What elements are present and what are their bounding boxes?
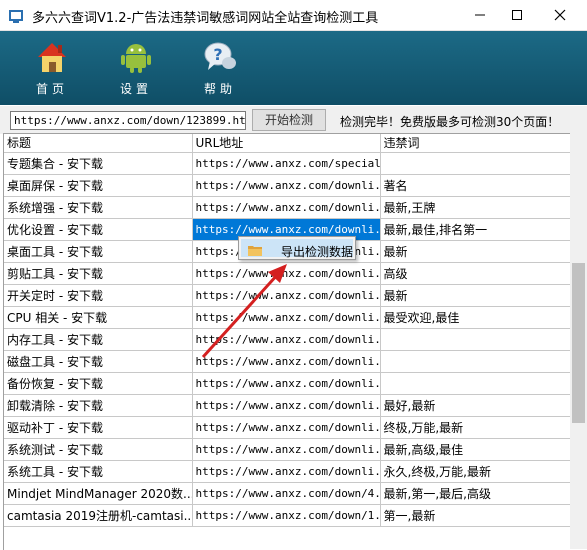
cell-title[interactable]: camtasia 2019注册机-camtasi... xyxy=(4,504,193,527)
toolbar-settings-button[interactable]: 设置 xyxy=(106,37,166,101)
cell-url[interactable]: https://www.anxz.com/downli... xyxy=(192,438,381,461)
table-row[interactable]: Mindjet MindManager 2020数... https://www.… xyxy=(4,482,571,505)
cell-url[interactable]: https://www.anxz.com/downli... xyxy=(192,174,381,197)
cell-words[interactable]: 著名 xyxy=(380,174,571,197)
cell-title[interactable]: 桌面屏保 - 安下载 xyxy=(4,174,193,197)
toolbar-help-label: 帮助 xyxy=(203,82,236,96)
start-check-button[interactable]: 开始检测 xyxy=(252,109,326,131)
cell-url[interactable]: https://www.anxz.com/down/1... xyxy=(192,504,381,527)
cell-title[interactable]: 开关定时 - 安下载 xyxy=(4,284,193,307)
cell-words[interactable] xyxy=(380,328,571,351)
cell-title[interactable]: 系统工具 - 安下载 xyxy=(4,460,193,483)
cell-title[interactable]: 剪贴工具 - 安下载 xyxy=(4,262,193,285)
cell-words[interactable]: 第一,最新 xyxy=(380,504,571,527)
cell-words[interactable]: 最新 xyxy=(380,284,571,307)
export-data-label: 导出检测数据 xyxy=(281,245,354,259)
column-header-words[interactable]: 违禁词 xyxy=(380,134,571,153)
table-row[interactable]: 系统测试 - 安下载 https://www.anxz.com/downli...… xyxy=(4,438,571,461)
home-icon xyxy=(38,43,66,72)
cell-words[interactable]: 最新,高级,最佳 xyxy=(380,438,571,461)
cell-url[interactable]: https://www.anxz.com/downli... xyxy=(192,328,381,351)
vertical-scrollbar[interactable] xyxy=(570,133,587,549)
table-row[interactable]: 驱动补丁 - 安下载 https://www.anxz.com/downli...… xyxy=(4,416,571,439)
svg-text:?: ? xyxy=(213,45,222,64)
cell-title[interactable]: CPU 相关 - 安下载 xyxy=(4,306,193,329)
toolbar-settings-label: 设置 xyxy=(119,82,152,96)
cell-words[interactable]: 最新,最佳,排名第一 xyxy=(380,218,571,241)
results-table[interactable]: 标题 URL地址 违禁词 专题集合 - 安下载 https://www.anxz.… xyxy=(3,133,571,550)
toolbar: 首页 设置 ? 帮助 xyxy=(0,31,587,105)
cell-url[interactable]: https://www.anxz.com/downli... xyxy=(192,350,381,373)
table-row[interactable]: 卸载清除 - 安下载 https://www.anxz.com/downli...… xyxy=(4,394,571,417)
cell-title[interactable]: 优化设置 - 安下载 xyxy=(4,218,193,241)
toolbar-home-label: 首页 xyxy=(35,82,68,96)
window-title: 多六六查词V1.2-广告法违禁词敏感词网站全站查询检测工具 xyxy=(32,11,379,26)
cell-url[interactable]: https://www.anxz.com/downli... xyxy=(192,284,381,307)
export-data-menu-item[interactable]: 导出检测数据 xyxy=(241,239,354,259)
cell-words[interactable] xyxy=(380,152,571,175)
app-icon xyxy=(9,10,23,23)
table-row[interactable]: 备份恢复 - 安下载 https://www.anxz.com/downli... xyxy=(4,372,571,395)
cell-url[interactable]: https://www.anxz.com/downli... xyxy=(192,196,381,219)
cell-words[interactable]: 最好,最新 xyxy=(380,394,571,417)
cell-url[interactable]: https://www.anxz.com/downli... xyxy=(192,306,381,329)
context-menu: 导出检测数据 xyxy=(238,236,356,260)
scrollbar-thumb[interactable] xyxy=(572,263,585,423)
cell-title[interactable]: 备份恢复 - 安下载 xyxy=(4,372,193,395)
table-row[interactable]: 专题集合 - 安下载 https://www.anxz.com/special/ xyxy=(4,152,571,175)
cell-title[interactable]: 内存工具 - 安下载 xyxy=(4,328,193,351)
cell-words[interactable] xyxy=(380,350,571,373)
minimize-icon xyxy=(475,14,485,16)
cell-title[interactable]: 专题集合 - 安下载 xyxy=(4,152,193,175)
cell-words[interactable]: 高级 xyxy=(380,262,571,285)
cell-url[interactable]: https://www.anxz.com/downli... xyxy=(192,416,381,439)
cell-title[interactable]: 桌面工具 - 安下载 xyxy=(4,240,193,263)
minimize-button[interactable] xyxy=(460,0,500,30)
cell-words[interactable]: 最新 xyxy=(380,240,571,263)
table-row[interactable]: 系统工具 - 安下载 https://www.anxz.com/downli...… xyxy=(4,460,571,483)
table-row[interactable]: 开关定时 - 安下载 https://www.anxz.com/downli...… xyxy=(4,284,571,307)
cell-words[interactable]: 终极,万能,最新 xyxy=(380,416,571,439)
cell-words[interactable]: 最新,王牌 xyxy=(380,196,571,219)
cell-title[interactable]: Mindjet MindManager 2020数... xyxy=(4,482,193,505)
cell-url[interactable]: https://www.anxz.com/downli... xyxy=(192,394,381,417)
table-row[interactable]: CPU 相关 - 安下载 https://www.anxz.com/downli.… xyxy=(4,306,571,329)
cell-words[interactable]: 最新,第一,最后,高级 xyxy=(380,482,571,505)
cell-url[interactable]: https://www.anxz.com/down/4... xyxy=(192,482,381,505)
cell-title[interactable]: 驱动补丁 - 安下载 xyxy=(4,416,193,439)
cell-words[interactable]: 永久,终极,万能,最新 xyxy=(380,460,571,483)
maximize-icon xyxy=(512,10,522,20)
maximize-button[interactable] xyxy=(497,0,537,30)
help-icon: ? xyxy=(204,42,236,70)
status-text: 检测完毕！免费版最多可检测30个页面！ xyxy=(340,115,560,129)
android-icon xyxy=(121,44,151,73)
url-bar: https://www.anxz.com/down/123899.html 开始… xyxy=(0,106,587,134)
table-row[interactable]: 磁盘工具 - 安下载 https://www.anxz.com/downli... xyxy=(4,350,571,373)
cell-title[interactable]: 系统增强 - 安下载 xyxy=(4,196,193,219)
table-row[interactable]: 内存工具 - 安下载 https://www.anxz.com/downli... xyxy=(4,328,571,351)
table-row[interactable]: 系统增强 - 安下载 https://www.anxz.com/downli...… xyxy=(4,196,571,219)
cell-url[interactable]: https://www.anxz.com/downli... xyxy=(192,460,381,483)
cell-url[interactable]: https://www.anxz.com/downli... xyxy=(192,262,381,285)
cell-words[interactable]: 最受欢迎,最佳 xyxy=(380,306,571,329)
table-row[interactable]: 剪贴工具 - 安下载 https://www.anxz.com/downli...… xyxy=(4,262,571,285)
table-row[interactable]: 桌面屏保 - 安下载 https://www.anxz.com/downli...… xyxy=(4,174,571,197)
toolbar-home-button[interactable]: 首页 xyxy=(22,37,82,101)
cell-words[interactable] xyxy=(380,372,571,395)
table-row[interactable]: camtasia 2019注册机-camtasi... https://www.a… xyxy=(4,504,571,527)
cell-url[interactable]: https://www.anxz.com/special/ xyxy=(192,152,381,175)
table-header: 标题 URL地址 违禁词 xyxy=(4,134,571,153)
cell-title[interactable]: 系统测试 - 安下载 xyxy=(4,438,193,461)
toolbar-help-button[interactable]: ? 帮助 xyxy=(190,37,250,101)
cell-title[interactable]: 卸载清除 - 安下载 xyxy=(4,394,193,417)
cell-url[interactable]: https://www.anxz.com/downli... xyxy=(192,372,381,395)
close-icon xyxy=(554,9,566,21)
column-header-url[interactable]: URL地址 xyxy=(192,134,381,153)
title-bar: 多六六查词V1.2-广告法违禁词敏感词网站全站查询检测工具 xyxy=(0,0,587,31)
close-button[interactable] xyxy=(540,0,580,30)
column-header-title[interactable]: 标题 xyxy=(4,134,193,153)
cell-title[interactable]: 磁盘工具 - 安下载 xyxy=(4,350,193,373)
url-input[interactable]: https://www.anxz.com/down/123899.html xyxy=(10,111,246,130)
folder-icon xyxy=(248,246,262,256)
